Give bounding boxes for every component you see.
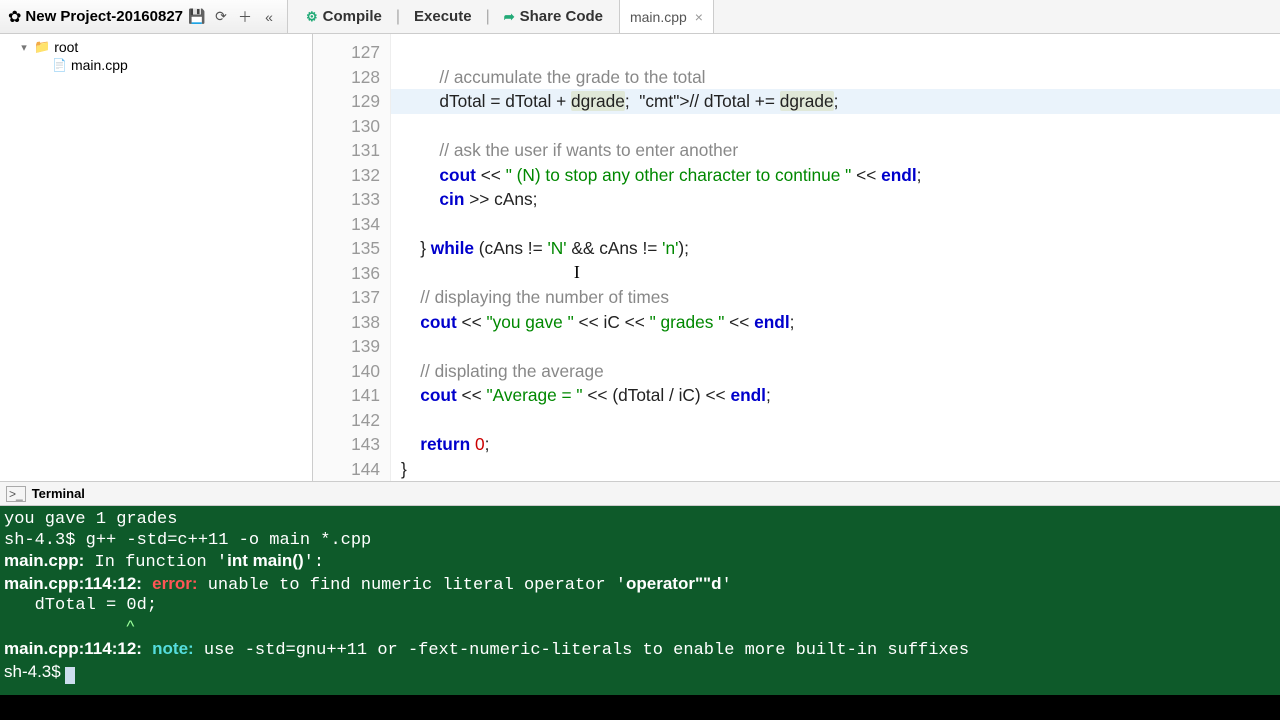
add-icon[interactable]: ＋ bbox=[235, 7, 255, 27]
file-icon: 📄 bbox=[52, 58, 67, 72]
execute-label: Execute bbox=[414, 8, 472, 25]
gear-icon: ✿ bbox=[8, 7, 21, 27]
action-bar: ⚙ Compile | Execute | ➦ Share Code bbox=[294, 0, 615, 33]
terminal-title: Terminal bbox=[32, 486, 85, 501]
compile-label: Compile bbox=[323, 8, 382, 25]
code-area[interactable]: // accumulate the grade to the total dTo… bbox=[391, 34, 1280, 481]
tree-root[interactable]: ▾ 📁 root bbox=[0, 38, 312, 56]
project-title: New Project-20160827 bbox=[25, 8, 183, 25]
collapse-icon[interactable]: « bbox=[259, 9, 279, 25]
tab-label: main.cpp bbox=[630, 9, 687, 25]
refresh-icon[interactable]: ⟳ bbox=[211, 8, 231, 25]
separator: | bbox=[484, 8, 492, 26]
terminal-bar: >_ Terminal bbox=[0, 482, 1280, 506]
terminal-icon[interactable]: >_ bbox=[6, 486, 26, 502]
editor-tab[interactable]: main.cpp × bbox=[619, 0, 714, 33]
execute-button[interactable]: Execute bbox=[402, 0, 484, 33]
folder-icon: 📁 bbox=[34, 39, 50, 55]
share-icon: ➦ bbox=[504, 9, 515, 25]
share-button[interactable]: ➦ Share Code bbox=[492, 0, 615, 33]
collapse-icon[interactable]: ▾ bbox=[18, 41, 30, 54]
tree-file[interactable]: 📄 main.cpp bbox=[0, 56, 312, 74]
tree-file-label: main.cpp bbox=[71, 57, 128, 73]
file-tree: ▾ 📁 root 📄 main.cpp bbox=[0, 34, 313, 481]
code-editor[interactable]: 1271281291301311321331341351361371381391… bbox=[313, 34, 1280, 481]
project-selector[interactable]: ✿ New Project-20160827 💾 ⟳ ＋ « bbox=[0, 0, 288, 33]
close-tab-icon[interactable]: × bbox=[695, 9, 703, 25]
bottom-bar bbox=[0, 695, 1280, 720]
save-icon[interactable]: 💾 bbox=[187, 8, 207, 25]
compile-button[interactable]: ⚙ Compile bbox=[294, 0, 394, 33]
topbar: ✿ New Project-20160827 💾 ⟳ ＋ « ⚙ Compile… bbox=[0, 0, 1280, 34]
share-label: Share Code bbox=[520, 8, 603, 25]
compile-icon: ⚙ bbox=[306, 9, 318, 25]
terminal[interactable]: you gave 1 grades sh-4.3$ g++ -std=c++11… bbox=[0, 506, 1280, 695]
line-gutter: 1271281291301311321331341351361371381391… bbox=[313, 34, 391, 481]
tree-root-label: root bbox=[54, 39, 78, 55]
separator: | bbox=[394, 8, 402, 26]
main-area: ▾ 📁 root 📄 main.cpp 12712812913013113213… bbox=[0, 34, 1280, 482]
